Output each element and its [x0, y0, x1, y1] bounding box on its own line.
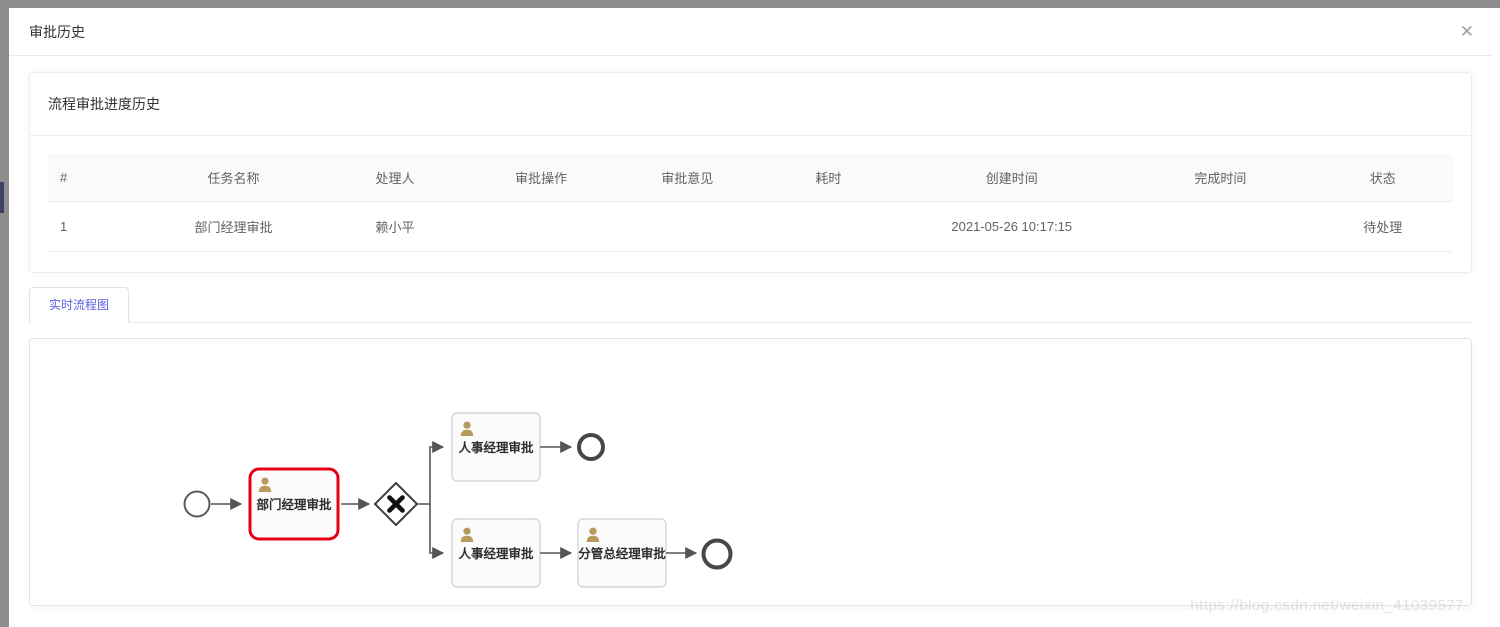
task-label: 分管总经理审批: [578, 546, 666, 561]
user-task-hr-manager-bottom: 人事经理审批: [452, 519, 540, 587]
cell-duration: [762, 202, 895, 252]
history-card: 流程审批进度历史 # 任务名称 处理人 审批操作 审批意见 耗时: [29, 72, 1472, 273]
user-task-hr-manager-top: 人事经理审批: [452, 413, 540, 481]
flow-arrow-gateway-to-bottom: [430, 504, 443, 553]
cell-action: [469, 202, 612, 252]
end-event-bottom: [704, 541, 731, 568]
cell-create-time: 2021-05-26 10:17:15: [895, 202, 1128, 252]
cell-comment: [613, 202, 762, 252]
task-label: 人事经理审批: [458, 546, 534, 561]
status-badge: 待处理: [1312, 202, 1453, 252]
user-task-dept-manager: 部门经理审批: [250, 469, 338, 539]
cell-task-name: 部门经理审批: [146, 202, 320, 252]
background-left-strip: [0, 8, 9, 627]
col-task-name: 任务名称: [146, 154, 320, 202]
user-task-deputy-gm: 分管总经理审批: [578, 519, 666, 587]
flow-diagram-panel: 部门经理审批 人事经理审批: [29, 338, 1472, 606]
end-event-top: [579, 435, 603, 459]
background-top-strip: [0, 0, 1500, 8]
col-action: 审批操作: [469, 154, 612, 202]
task-label: 人事经理审批: [458, 440, 534, 455]
col-assignee: 处理人: [321, 154, 470, 202]
col-status: 状态: [1312, 154, 1453, 202]
history-card-title: 流程审批进度历史: [30, 73, 1471, 136]
cell-index: 1: [48, 202, 146, 252]
task-label: 部门经理审批: [256, 497, 332, 512]
cell-finish-time: [1128, 202, 1312, 252]
col-duration: 耗时: [762, 154, 895, 202]
cell-assignee: 赖小平: [321, 202, 470, 252]
history-card-body: # 任务名称 处理人 审批操作 审批意见 耗时 创建时间 完成时间 状态 1 部: [30, 136, 1471, 272]
col-finish-time: 完成时间: [1128, 154, 1312, 202]
dialog-header: 审批历史 ✕: [9, 8, 1492, 56]
tab-realtime-diagram[interactable]: 实时流程图: [29, 287, 129, 323]
table-header-row: # 任务名称 处理人 审批操作 审批意见 耗时 创建时间 完成时间 状态: [48, 154, 1453, 202]
col-comment: 审批意见: [613, 154, 762, 202]
diagram-tabbar: 实时流程图: [29, 287, 1472, 323]
col-index: #: [48, 154, 146, 202]
approval-history-dialog: 审批历史 ✕ 流程审批进度历史 # 任务名称 处理人 审批操作 审批意见: [9, 8, 1492, 627]
background-scrollbar-fragment: [0, 182, 4, 213]
start-event: [185, 492, 210, 517]
close-icon[interactable]: ✕: [1460, 23, 1474, 40]
dialog-title: 审批历史: [29, 22, 85, 42]
bpmn-diagram: 部门经理审批 人事经理审批: [30, 339, 1471, 605]
exclusive-gateway-icon: [375, 483, 417, 525]
approval-history-table: # 任务名称 处理人 审批操作 审批意见 耗时 创建时间 完成时间 状态 1 部: [48, 154, 1453, 252]
table-row: 1 部门经理审批 赖小平 2021-05-26 10:17:15 待处理: [48, 202, 1453, 252]
col-create-time: 创建时间: [895, 154, 1128, 202]
flow-arrow-gateway-to-top: [417, 447, 443, 504]
